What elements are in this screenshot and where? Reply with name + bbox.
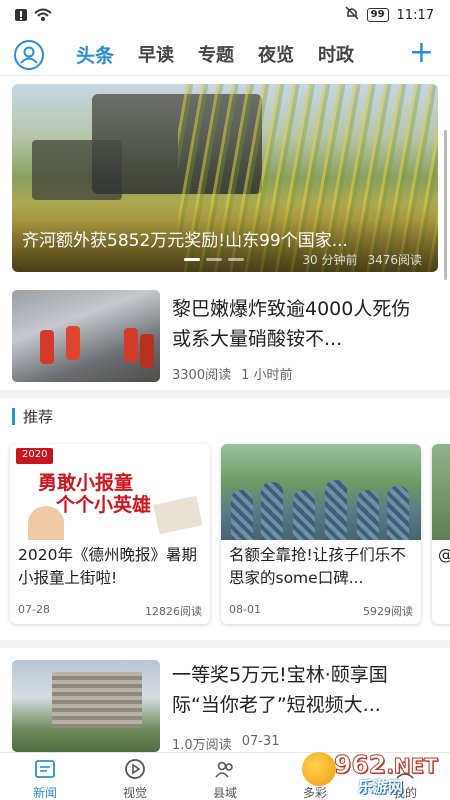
clock: 11:17 [396, 7, 434, 23]
article-title[interactable]: 黎巴嫩爆炸致逾4000人死伤 或系大量硝酸铵不... [172, 294, 434, 354]
status-right: 99 11:17 [345, 6, 434, 24]
card-image [432, 444, 450, 540]
top-navigation: 头条 早读 专题 夜览 时政 + [0, 30, 450, 76]
section-divider [0, 390, 450, 398]
tabbar-label: 新闻 [32, 786, 57, 800]
article-thumbnail [12, 660, 160, 752]
carousel-dot[interactable] [228, 258, 244, 261]
profile-avatar-icon[interactable] [14, 40, 44, 70]
status-bar: 99 11:17 [0, 0, 450, 30]
mute-icon [345, 6, 359, 24]
tabbar-county[interactable]: 县域 [195, 757, 255, 800]
card-title[interactable]: 2020年《德州晚报》暑期小报童上街啦! [18, 544, 204, 590]
carousel-dot[interactable] [206, 258, 222, 261]
poster-child [28, 506, 64, 540]
section-accent-bar [12, 408, 15, 425]
hero-title[interactable]: 齐河额外获5852万元奖励!山东99个国家... [22, 226, 427, 251]
tabbar-news[interactable]: 新闻 [15, 757, 75, 800]
recommend-header: 推荐 [12, 406, 53, 427]
watermark-logo: 962.NET 乐游网 [300, 748, 444, 796]
carousel-dot[interactable] [184, 258, 200, 261]
battery-indicator: 99 [366, 8, 389, 22]
card-reads: 5929阅读 [363, 605, 413, 618]
tabbar-label: 县域 [212, 786, 237, 800]
recommend-label: 推荐 [23, 408, 54, 426]
recommend-card[interactable]: 2020 勇敢小报童 个个小英雄 2020年《德州晚报》暑期小报童上街啦! 07… [10, 444, 210, 624]
list-item[interactable]: 一等奖5万元!宝林·颐享国际“当你老了”短视频大... 1.0万阅读 07-31 [12, 660, 438, 753]
hero-meta: 30 分钟前 3476阅读 [302, 251, 422, 268]
card-image-poster: 2020 勇敢小报童 个个小英雄 [10, 444, 210, 540]
play-icon [123, 757, 147, 781]
scroll-indicator[interactable] [444, 130, 447, 280]
status-left [14, 7, 52, 26]
wifi-icon [34, 7, 52, 26]
poster-newspaper [153, 495, 203, 535]
add-channel-icon[interactable]: + [409, 38, 434, 68]
tabbar-label: 视觉 [122, 786, 147, 800]
article-time: 1 小时前 [241, 368, 293, 383]
poster-line2: 个个小英雄 [56, 494, 152, 516]
poster-banner: 2020 [16, 448, 54, 464]
card-date: 08-01 [229, 603, 261, 616]
news-icon [33, 757, 57, 781]
list-item[interactable]: 黎巴嫩爆炸致逾4000人死伤 或系大量硝酸铵不... 3300阅读 1 小时前 [12, 290, 438, 383]
card-title[interactable]: 名额全靠抢!让孩子们乐不思家的some口碑... [229, 544, 415, 590]
people-icon [213, 757, 237, 781]
article-thumbnail [12, 290, 160, 382]
sim-alert-icon [14, 7, 28, 26]
channel-tabs: 头条 早读 专题 夜览 时政 [76, 41, 354, 68]
article-time: 07-31 [241, 734, 280, 749]
article-reads: 3300阅读 [172, 368, 232, 383]
tab-night[interactable]: 夜览 [258, 41, 294, 68]
tab-politics[interactable]: 时政 [318, 41, 354, 68]
hero-reads: 3476阅读 [367, 253, 422, 267]
card-title[interactable]: @ [438, 544, 450, 567]
hero-banner[interactable]: 齐河额外获5852万元奖励!山东99个国家... 30 分钟前 3476阅读 [12, 84, 438, 272]
card-date: 07-28 [18, 603, 50, 616]
tabbar-visual[interactable]: 视觉 [105, 757, 165, 800]
recommend-card[interactable]: 名额全靠抢!让孩子们乐不思家的some口碑... 08-01 5929阅读 [221, 444, 421, 624]
tab-morning[interactable]: 早读 [138, 41, 174, 68]
card-image-children [221, 444, 421, 540]
tab-headlines[interactable]: 头条 [76, 41, 114, 68]
watermark-site: 乐游网 [358, 778, 404, 796]
carousel-dots[interactable] [184, 258, 244, 261]
recommend-card-partial[interactable]: @ [432, 444, 450, 624]
watermark-number: 962.NET [333, 750, 438, 780]
article-meta: 1.0万阅读 07-31 [172, 734, 279, 753]
article-meta: 3300阅读 1 小时前 [172, 364, 293, 383]
card-reads: 12826阅读 [145, 605, 202, 618]
section-divider [0, 640, 450, 648]
tab-topics[interactable]: 专题 [198, 41, 234, 68]
article-title[interactable]: 一等奖5万元!宝林·颐享国际“当你老了”短视频大... [172, 660, 434, 720]
hero-time: 30 分钟前 [302, 253, 358, 267]
article-reads: 1.0万阅读 [172, 738, 232, 753]
thumb-building [52, 672, 142, 728]
watermark-emblem [302, 752, 336, 786]
